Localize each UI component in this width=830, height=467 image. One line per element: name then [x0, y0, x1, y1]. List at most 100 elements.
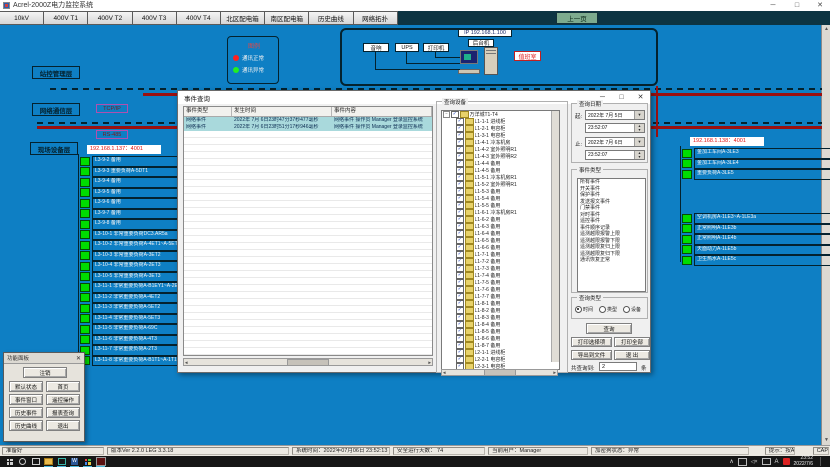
bus-device-row[interactable]: L3-9-2 备用	[80, 156, 185, 167]
function-button[interactable]: 遥控操作	[46, 394, 80, 405]
event-row[interactable]: 网络事件 2022年 7月 6日23时51分17秒946毫秒 网络事件 操作员 …	[184, 124, 432, 131]
bus-device-row[interactable]: L3-11-5 非常重要负荷A-69C	[80, 324, 185, 335]
bus-device-row[interactable]: L3-10-5 非常重要负荷A-3ET3	[80, 272, 185, 283]
bus-device-row[interactable]: L3-9-3 重要负荷A-5DT1	[80, 167, 185, 178]
search-icon[interactable]	[16, 456, 29, 467]
word-icon[interactable]: W	[68, 456, 81, 467]
bus-device-row[interactable]: L3-11-1 非常重要负荷A-B1EY1~A-2ET1	[80, 282, 185, 293]
page-tab[interactable]: 网络拓扑	[354, 11, 398, 25]
tray-expand-icon[interactable]: ∧	[729, 458, 733, 465]
maximize-button[interactable]: □	[788, 0, 806, 11]
page-tab[interactable]: 10kV	[0, 11, 44, 25]
table-hscrollbar[interactable]: ◄ ►	[183, 358, 433, 366]
bus-device-row[interactable]: 金加工车间A-3LE4	[682, 159, 830, 170]
bus-device-row[interactable]: L3-11-8 非常重要负荷A-B1T1~A-1T1	[80, 356, 185, 367]
function-button[interactable]: 历史曲线	[9, 420, 43, 431]
start-button[interactable]	[3, 456, 16, 467]
keyboard-icon[interactable]	[762, 458, 771, 465]
to-time-spinner[interactable]: 23:52:07 ▲▼	[585, 150, 645, 160]
display-icon[interactable]	[738, 458, 747, 466]
page-tab[interactable]: 历史曲线	[309, 11, 353, 25]
col-event-type[interactable]: 事件类型	[184, 107, 232, 116]
col-event-content[interactable]: 事件内容	[332, 107, 432, 116]
logout-button[interactable]: 注销	[23, 367, 67, 378]
bus-device-row[interactable]: 空调机房A-1LE3~A-1LE3a	[682, 213, 830, 224]
bus-device-row[interactable]: L3-11-4 非常重要负荷A-5ET3	[80, 314, 185, 325]
radio-type[interactable]: 类型	[599, 306, 617, 313]
export-button[interactable]: 导出到文件	[571, 350, 612, 360]
scroll-up-icon[interactable]: ▲	[822, 25, 830, 34]
bus-device-row[interactable]: L3-10-4 非常重要负荷A-2ET3	[80, 261, 185, 272]
panel-close-icon[interactable]: ✕	[76, 355, 81, 362]
function-button[interactable]: 历史事件	[9, 407, 43, 418]
print-all-button[interactable]: 打印全部	[614, 337, 650, 347]
page-tab[interactable]: 北区配电箱	[221, 11, 265, 25]
from-date-combo[interactable]: 2022年 7月 5日 ▼	[585, 110, 645, 120]
col-event-time[interactable]: 发生时间	[232, 107, 332, 116]
scroll-left-icon[interactable]: ◄	[442, 370, 446, 375]
dropdown-icon[interactable]: ▼	[634, 111, 644, 119]
scroll-thumb[interactable]	[484, 369, 516, 376]
scroll-left-icon[interactable]: ◄	[184, 360, 188, 365]
bus-device-row[interactable]: L3-10-2 非常重要负荷A-4ET1~A-5ET1	[80, 240, 185, 251]
page-tab[interactable]: 400V T4	[177, 11, 221, 25]
task-view-icon[interactable]	[29, 456, 42, 467]
scroll-down-icon[interactable]: ▼	[822, 436, 830, 445]
event-type-item[interactable]: 通讯恢复正常	[578, 257, 645, 264]
function-button[interactable]: 默认状态	[9, 381, 43, 392]
exit-button[interactable]: 退 出	[614, 350, 650, 360]
colorful-app-icon[interactable]	[81, 456, 94, 467]
volume-icon[interactable]: ◁×	[751, 459, 758, 465]
tray-red-app-icon[interactable]	[783, 458, 790, 465]
radio-icon[interactable]	[599, 306, 606, 313]
function-button[interactable]: 报表查询	[46, 407, 80, 418]
bus-device-row[interactable]: L3-9-4 备用	[80, 177, 185, 188]
prev-page-button[interactable]: 上一页	[556, 12, 598, 24]
bus-device-row[interactable]: L3-9-7 备用	[80, 209, 185, 220]
spinner-icons[interactable]: ▲▼	[634, 124, 644, 132]
bus-device-row[interactable]: 卫生热水A-1LE5c	[682, 255, 830, 266]
file-explorer-icon[interactable]	[42, 456, 55, 467]
tree-hscrollbar[interactable]: ◄ ►	[441, 369, 558, 376]
page-tab[interactable]: 400V T3	[133, 11, 177, 25]
event-table-header[interactable]: 事件类型 发生时间 事件内容	[184, 107, 432, 117]
bus-device-row[interactable]: L3-10-3 非常重要负荷A-3ET2	[80, 251, 185, 262]
notification-area[interactable]	[820, 457, 826, 466]
function-button[interactable]: 退出	[46, 420, 80, 431]
taskbar-clock[interactable]: 23:52 2022/7/6	[794, 456, 813, 467]
radio-icon[interactable]	[623, 306, 630, 313]
bus-device-row[interactable]: L3-11-7 非常重要负荷A-2T3	[80, 345, 185, 356]
function-panel-titlebar[interactable]: 功能面板 ✕	[4, 353, 84, 364]
bus-device-row[interactable]: L3-10-1 非常重要负荷DC3.AR5a	[80, 230, 185, 241]
bus-device-row[interactable]: L3-11-3 非常重要负荷A-5ET2	[80, 303, 185, 314]
event-row[interactable]: 网络事件 2022年 7月 6日23时47分37秒477毫秒 网络事件 操作员 …	[184, 117, 432, 124]
spinner-icons[interactable]: ▲▼	[634, 151, 644, 159]
scroll-right-icon[interactable]: ►	[553, 370, 557, 375]
radio-icon[interactable]	[575, 306, 582, 313]
bus-device-row[interactable]: 正常照明A-1LE3b	[682, 224, 830, 235]
ime-indicator[interactable]: A	[775, 459, 779, 465]
bus-device-row[interactable]: L3-11-2 非常重要负荷A-4ET2	[80, 293, 185, 304]
scroll-right-icon[interactable]: ►	[428, 360, 432, 365]
bus-device-row[interactable]: 重要负荷A-3LE5	[682, 169, 830, 180]
to-date-combo[interactable]: 2022年 7月 6日 ▼	[585, 137, 645, 147]
dropdown-icon[interactable]: ▼	[634, 138, 644, 146]
bus-device-row[interactable]: 金加工车间A-3LE3	[682, 148, 830, 159]
bus-device-row[interactable]: 正常照明A-1LE4b	[682, 234, 830, 245]
function-button[interactable]: 事件窗口	[9, 394, 43, 405]
close-button[interactable]: ✕	[811, 0, 829, 11]
collapse-icon[interactable]: −	[443, 111, 450, 118]
bus-device-row[interactable]: L3-9-8 备用	[80, 219, 185, 230]
bus-device-row[interactable]: L3-11-6 非常重要负荷A-4T3	[80, 335, 185, 346]
page-tab[interactable]: 400V T1	[44, 11, 88, 25]
bus-device-row[interactable]: 天面动力A-1LE5b	[682, 245, 830, 256]
scada-app-icon[interactable]	[94, 456, 107, 467]
query-button[interactable]: 查询	[586, 323, 632, 334]
app-icon-teal[interactable]	[55, 456, 68, 467]
function-button[interactable]: 首页	[46, 381, 80, 392]
bus-device-row[interactable]: L3-9-5 备用	[80, 188, 185, 199]
scroll-thumb[interactable]	[287, 359, 329, 366]
radio-time[interactable]: 时间	[575, 306, 593, 313]
minimize-button[interactable]: ─	[764, 0, 782, 11]
result-count-field[interactable]: 2	[599, 362, 637, 371]
